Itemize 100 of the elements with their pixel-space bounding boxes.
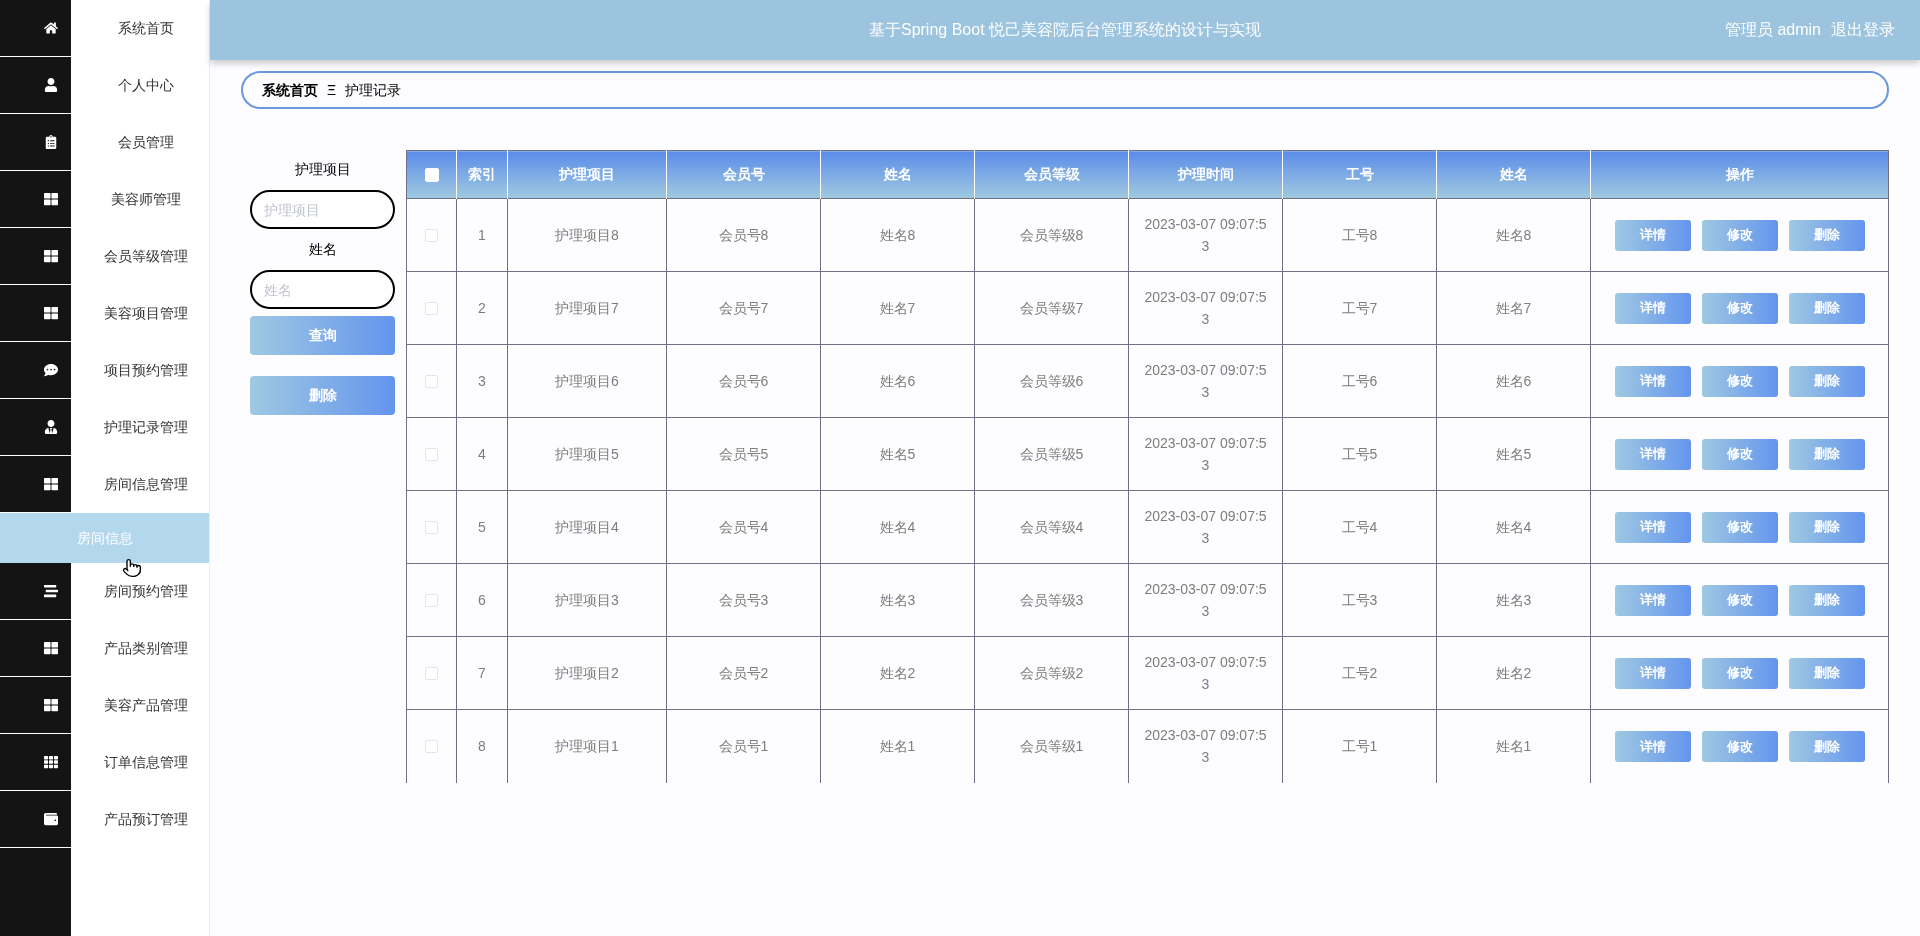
table-cell: 会员等级8 <box>974 198 1129 272</box>
table-cell: 姓名6 <box>1436 344 1591 418</box>
table-cell: 工号5 <box>1282 417 1437 491</box>
details-button[interactable]: 详情 <box>1614 584 1691 616</box>
table-cell: 姓名4 <box>820 490 975 564</box>
table-cell: 姓名7 <box>820 271 975 345</box>
table-cell: 工号2 <box>1282 636 1437 710</box>
edit-button[interactable]: 修改 <box>1701 584 1778 616</box>
table-cell: 会员等级3 <box>974 563 1129 637</box>
sidebar-item[interactable]: 个人中心 <box>0 57 209 114</box>
edit-button[interactable]: 修改 <box>1701 730 1778 762</box>
table-cell: 1 <box>456 198 508 272</box>
home-icon <box>44 21 58 35</box>
select-all-checkbox[interactable] <box>424 167 439 182</box>
table-cell: 工号3 <box>1282 563 1437 637</box>
table-cell: 3 <box>456 344 508 418</box>
table-cell: 护理项目7 <box>507 271 667 345</box>
sidebar-item[interactable]: 产品预订管理 <box>0 791 209 848</box>
list-icon <box>44 584 58 598</box>
delete-button[interactable]: 删除 <box>1788 511 1865 543</box>
sidebar-item[interactable]: 项目预约管理 <box>0 342 209 399</box>
sidebar-item[interactable]: 订单信息管理 <box>0 734 209 791</box>
hand-cursor-icon <box>122 556 142 580</box>
table-cell: 会员号2 <box>666 636 821 710</box>
column-header: 会员号 <box>666 150 821 199</box>
delete-button[interactable]: 删除 <box>1788 657 1865 689</box>
sidebar-item[interactable]: 产品类别管理 <box>0 620 209 677</box>
table-cell: 姓名2 <box>1436 636 1591 710</box>
table-cell: 2023-03-07 09:07:53 <box>1128 636 1283 710</box>
table-cell: 会员号8 <box>666 198 821 272</box>
table-cell: 会员号7 <box>666 271 821 345</box>
table-cell: 姓名7 <box>1436 271 1591 345</box>
row-checkbox[interactable] <box>425 374 438 388</box>
row-checkbox[interactable] <box>425 447 438 461</box>
edit-button[interactable]: 修改 <box>1701 657 1778 689</box>
edit-button[interactable]: 修改 <box>1701 365 1778 397</box>
sidebar-item[interactable]: 系统首页 <box>0 0 209 57</box>
table-cell: 2023-03-07 09:07:53 <box>1128 709 1283 783</box>
table-cell: 会员等级7 <box>974 271 1129 345</box>
chat-icon <box>44 363 58 377</box>
table-cell: 姓名4 <box>1436 490 1591 564</box>
logout-link[interactable]: 退出登录 <box>1831 18 1895 42</box>
sidebar-item[interactable]: 美容产品管理 <box>0 677 209 734</box>
delete-button[interactable]: 删除 <box>1788 219 1865 251</box>
table-cell: 2023-03-07 09:07:53 <box>1128 271 1283 345</box>
delete-button[interactable]: 删除 <box>1788 365 1865 397</box>
row-checkbox[interactable] <box>425 666 438 680</box>
table-cell: 5 <box>456 490 508 564</box>
column-header: 操作 <box>1590 150 1889 199</box>
table-cell: 会员号4 <box>666 490 821 564</box>
edit-button[interactable]: 修改 <box>1701 292 1778 324</box>
edit-button[interactable]: 修改 <box>1701 438 1778 470</box>
details-button[interactable]: 详情 <box>1614 438 1691 470</box>
search-button[interactable]: 查询 <box>250 316 395 355</box>
table-cell: 姓名1 <box>820 709 975 783</box>
delete-button[interactable]: 删除 <box>250 376 395 415</box>
sidebar-item[interactable]: 会员等级管理 <box>0 228 209 285</box>
submenu-item[interactable]: 房间信息 <box>0 513 209 563</box>
row-checkbox[interactable] <box>425 593 438 607</box>
breadcrumb-current: 护理记录 <box>345 80 402 100</box>
details-button[interactable]: 详情 <box>1614 730 1691 762</box>
clipboard-icon <box>44 135 58 149</box>
details-button[interactable]: 详情 <box>1614 657 1691 689</box>
table-cell: 护理项目4 <box>507 490 667 564</box>
table-cell: 护理项目8 <box>507 198 667 272</box>
details-button[interactable]: 详情 <box>1614 365 1691 397</box>
search-field[interactable]: 姓名 <box>250 270 395 309</box>
edit-button[interactable]: 修改 <box>1701 511 1778 543</box>
details-button[interactable]: 详情 <box>1614 292 1691 324</box>
sidebar-item[interactable]: 美容师管理 <box>0 171 209 228</box>
delete-button[interactable]: 删除 <box>1788 584 1865 616</box>
table-cell: 姓名3 <box>1436 563 1591 637</box>
table-cell: 会员等级2 <box>974 636 1129 710</box>
grid-icon <box>44 641 58 655</box>
row-checkbox[interactable] <box>425 301 438 315</box>
delete-button[interactable]: 删除 <box>1788 438 1865 470</box>
sidebar-item[interactable]: 美容项目管理 <box>0 285 209 342</box>
delete-button[interactable]: 删除 <box>1788 730 1865 762</box>
table-cell: 会员等级4 <box>974 490 1129 564</box>
sidebar-item[interactable]: 会员管理 <box>0 114 209 171</box>
delete-button[interactable]: 删除 <box>1788 292 1865 324</box>
table-cell: 会员等级1 <box>974 709 1129 783</box>
breadcrumb-link[interactable]: 系统首页 <box>262 79 318 101</box>
search-field[interactable]: 护理项目 <box>250 190 395 229</box>
table-grid-icon <box>44 755 58 769</box>
column-header: 会员等级 <box>974 150 1129 199</box>
table-cell: 2 <box>456 271 508 345</box>
details-button[interactable]: 详情 <box>1614 219 1691 251</box>
row-checkbox[interactable] <box>425 739 438 753</box>
table-cell: 工号7 <box>1282 271 1437 345</box>
sidebar-item[interactable]: 护理记录管理 <box>0 399 209 456</box>
column-header: 护理时间 <box>1128 150 1283 199</box>
details-button[interactable]: 详情 <box>1614 511 1691 543</box>
column-header: 工号 <box>1282 150 1437 199</box>
table-cell: 2023-03-07 09:07:53 <box>1128 563 1283 637</box>
table-cell: 2023-03-07 09:07:53 <box>1128 490 1283 564</box>
row-checkbox[interactable] <box>425 520 438 534</box>
row-checkbox[interactable] <box>425 228 438 242</box>
table-cell: 工号4 <box>1282 490 1437 564</box>
edit-button[interactable]: 修改 <box>1701 219 1778 251</box>
